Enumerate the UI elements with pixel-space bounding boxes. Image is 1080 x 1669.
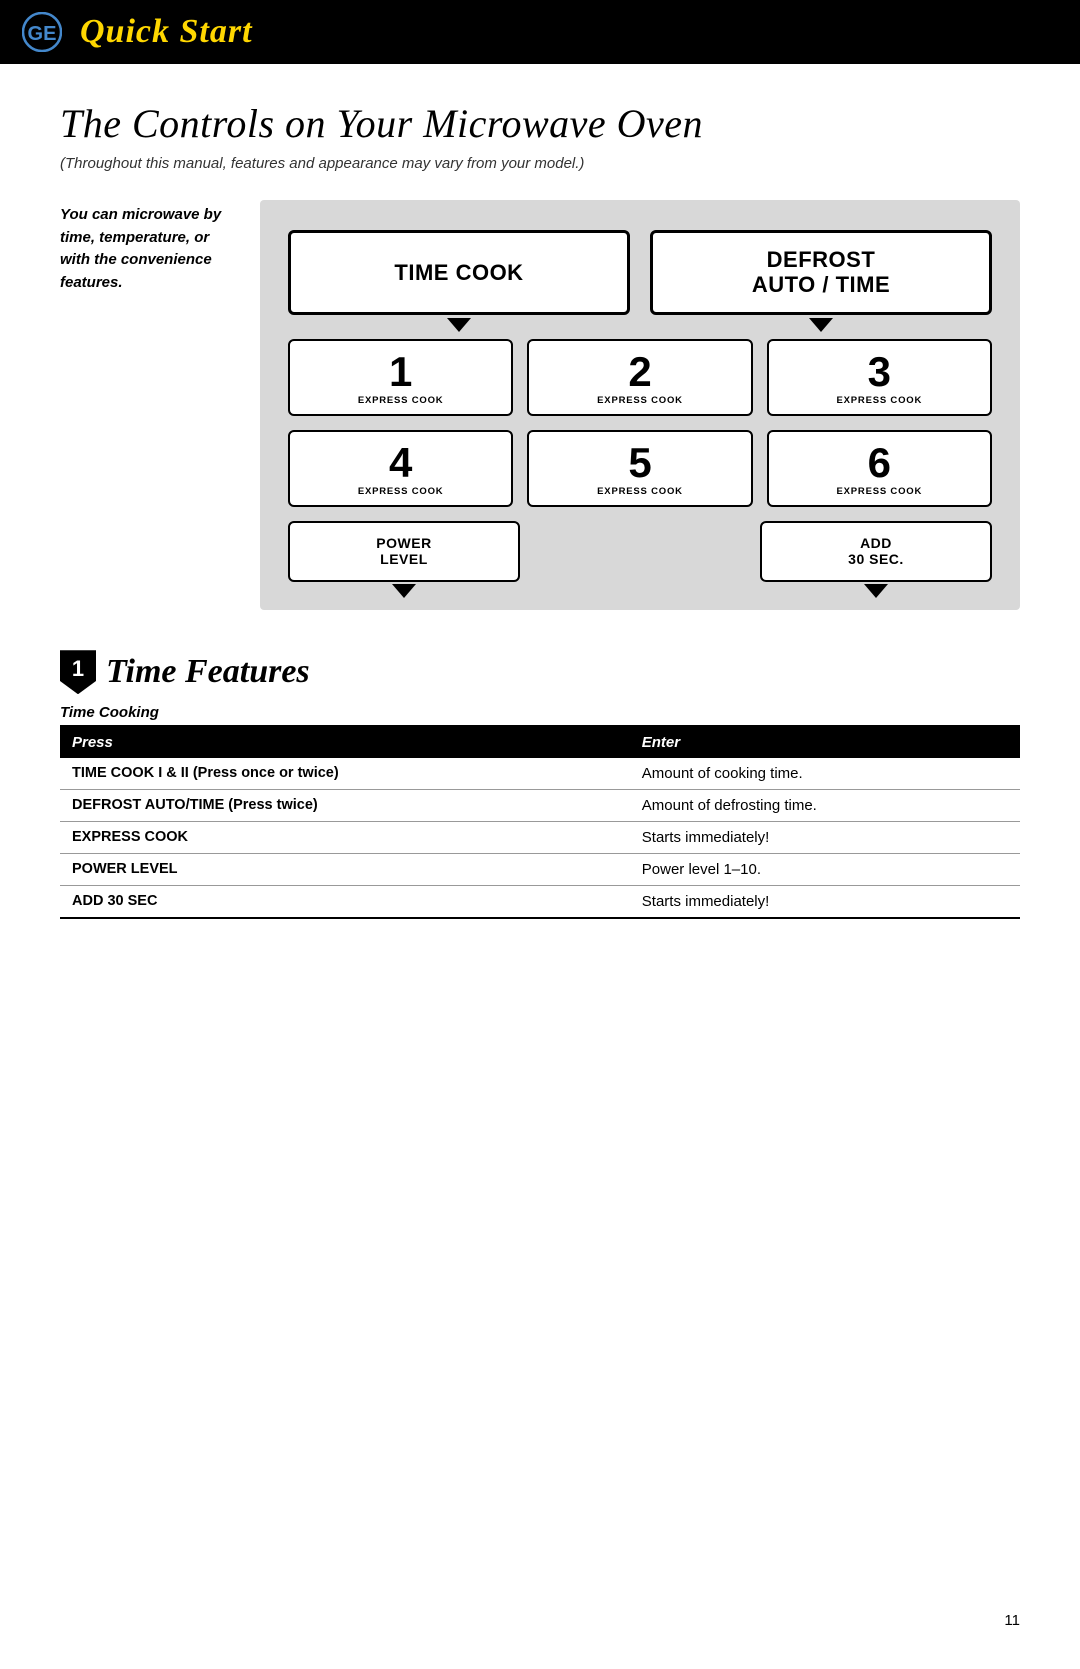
num-4: 4	[389, 442, 412, 484]
express-cook-2-label: EXPRESS COOK	[597, 395, 683, 406]
press-add-30-sec: ADD 30 SEC	[60, 886, 630, 919]
table-header-enter: Enter	[630, 726, 1020, 758]
press-express-cook: EXPRESS COOK	[60, 822, 630, 854]
header-bar: GE Quick Start	[0, 0, 1080, 64]
table-row: ADD 30 SEC Starts immediately!	[60, 886, 1020, 919]
add-30-sec-button[interactable]: ADD30 SEC.	[760, 521, 992, 583]
time-cook-label: TIME COOK	[394, 260, 523, 285]
express-cook-6-label: EXPRESS COOK	[837, 486, 923, 497]
add-30-sec-arrow	[864, 584, 888, 598]
page-title: The Controls on Your Microwave Oven	[60, 100, 1020, 147]
num-1: 1	[389, 351, 412, 393]
number-grid: 1 EXPRESS COOK 2 EXPRESS COOK 3 EXPRESS …	[288, 339, 992, 507]
table-row: TIME COOK I & II (Press once or twice) A…	[60, 758, 1020, 790]
header-title: Quick Start	[80, 13, 253, 51]
express-cook-3-button[interactable]: 3 EXPRESS COOK	[767, 339, 992, 416]
section1-header: 1 Time Features	[60, 650, 1020, 694]
express-cook-5-button[interactable]: 5 EXPRESS COOK	[527, 430, 752, 507]
press-defrost: DEFROST AUTO/TIME (Press twice)	[60, 790, 630, 822]
express-cook-4-label: EXPRESS COOK	[358, 486, 444, 497]
add-30-sec-label: ADD30 SEC.	[848, 535, 904, 569]
side-note: You can microwave by time, temperature, …	[60, 200, 240, 610]
section1-title: Time Features	[106, 653, 310, 691]
time-cook-arrow	[447, 318, 471, 332]
page-subtitle: (Throughout this manual, features and ap…	[60, 155, 1020, 172]
section1-number: 1	[72, 656, 84, 682]
table-row: POWER LEVEL Power level 1–10.	[60, 854, 1020, 886]
defrost-auto-time-label: DEFROSTAUTO / TIME	[752, 247, 890, 298]
num-6: 6	[868, 442, 891, 484]
features-table: Press Enter TIME COOK I & II (Press once…	[60, 725, 1020, 919]
num-5: 5	[628, 442, 651, 484]
express-cook-5-label: EXPRESS COOK	[597, 486, 683, 497]
defrost-auto-time-button[interactable]: DEFROSTAUTO / TIME	[650, 230, 992, 315]
num-2: 2	[628, 351, 651, 393]
subsection-title: Time Cooking	[60, 704, 1020, 721]
express-cook-1-label: EXPRESS COOK	[358, 395, 444, 406]
bottom-buttons-row: POWERLEVEL ADD30 SEC.	[288, 521, 992, 583]
enter-add-30-sec: Starts immediately!	[630, 886, 1020, 919]
section1-badge: 1	[60, 650, 96, 694]
enter-power-level: Power level 1–10.	[630, 854, 1020, 886]
express-cook-3-label: EXPRESS COOK	[837, 395, 923, 406]
table-row: DEFROST AUTO/TIME (Press twice) Amount o…	[60, 790, 1020, 822]
time-cook-button[interactable]: TIME COOK	[288, 230, 630, 315]
power-level-arrow	[392, 584, 416, 598]
num-3: 3	[868, 351, 891, 393]
enter-defrost: Amount of defrosting time.	[630, 790, 1020, 822]
enter-time-cook: Amount of cooking time.	[630, 758, 1020, 790]
power-level-button[interactable]: POWERLEVEL	[288, 521, 520, 583]
table-header-press: Press	[60, 726, 630, 758]
express-cook-1-button[interactable]: 1 EXPRESS COOK	[288, 339, 513, 416]
control-panel: TIME COOK DEFROSTAUTO / TIME 1 EXPRESS C…	[260, 200, 1020, 610]
enter-express-cook: Starts immediately!	[630, 822, 1020, 854]
express-cook-2-button[interactable]: 2 EXPRESS COOK	[527, 339, 752, 416]
svg-text:GE: GE	[28, 23, 57, 45]
side-note-text: You can microwave by time, temperature, …	[60, 204, 240, 294]
press-power-level: POWER LEVEL	[60, 854, 630, 886]
defrost-auto-time-arrow	[809, 318, 833, 332]
express-cook-6-button[interactable]: 6 EXPRESS COOK	[767, 430, 992, 507]
power-level-label: POWERLEVEL	[376, 535, 431, 569]
page-number: 11	[1004, 1612, 1020, 1629]
table-row: EXPRESS COOK Starts immediately!	[60, 822, 1020, 854]
press-time-cook: TIME COOK I & II (Press once or twice)	[60, 758, 630, 790]
main-content: The Controls on Your Microwave Oven (Thr…	[0, 64, 1080, 959]
top-buttons-row: TIME COOK DEFROSTAUTO / TIME	[288, 230, 992, 315]
controls-section: You can microwave by time, temperature, …	[60, 200, 1020, 610]
express-cook-4-button[interactable]: 4 EXPRESS COOK	[288, 430, 513, 507]
ge-icon: GE	[20, 10, 64, 54]
